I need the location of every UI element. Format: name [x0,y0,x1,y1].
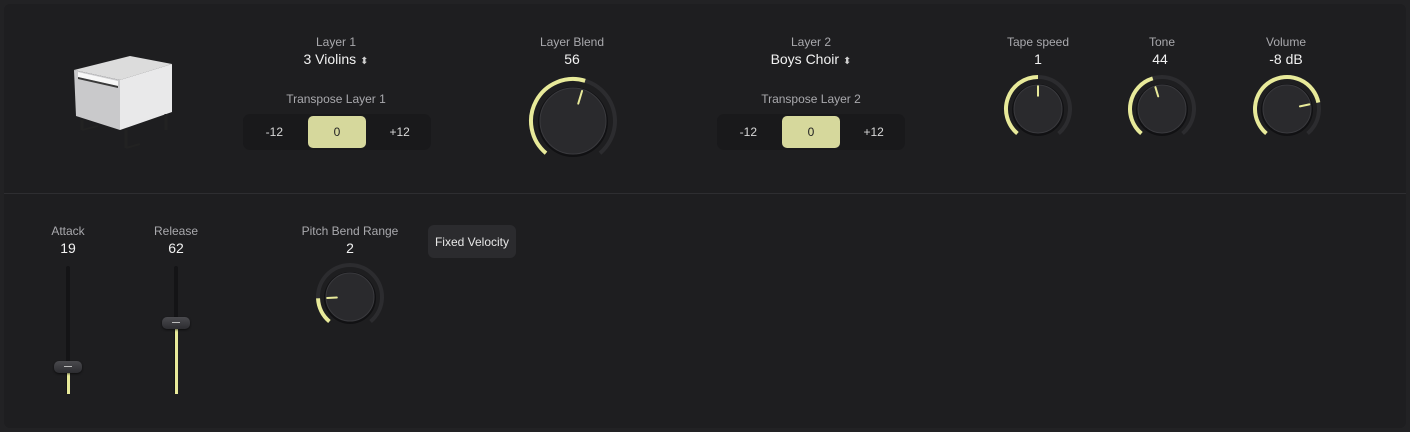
tape-speed-knob[interactable] [1003,74,1073,144]
pitch-bend-range-value: 2 [346,240,354,256]
plugin-panel [4,4,1406,428]
release-value: 62 [168,240,184,256]
volume-label: Volume [1265,35,1307,49]
transpose-layer2-segmented: -12 0 +12 [717,114,905,150]
layer1-value: 3 Violins [303,51,357,67]
tone-value: 44 [1152,51,1168,67]
layer1-popup[interactable]: 3 Violins ⬍ [276,51,396,67]
section-divider [4,193,1406,194]
up-down-chevron-icon: ⬍ [843,56,852,67]
slider-handle[interactable] [54,360,82,373]
transpose-layer1-segmented: -12 0 +12 [243,114,431,150]
electric-piano-image [68,50,178,160]
layer2-value: Boys Choir [770,51,840,67]
slider-fill [174,323,178,394]
transpose-layer1-zero[interactable]: 0 [307,116,367,148]
layer2-label: Layer 2 [790,35,832,49]
pitch-bend-range-label: Pitch Bend Range [301,224,399,238]
layer-blend-label: Layer Blend [539,35,605,49]
volume-value: -8 dB [1269,51,1303,67]
knob-body [1137,84,1187,134]
layer-blend-value: 56 [564,51,580,67]
knob-body [1262,84,1312,134]
volume-knob[interactable] [1252,74,1322,144]
knob-body [539,87,607,155]
tape-speed-value: 1 [1034,51,1042,67]
tone-knob[interactable] [1127,74,1197,144]
layer-blend-knob[interactable] [527,75,619,167]
transpose-layer2-label: Transpose Layer 2 [761,92,861,106]
transpose-layer1-label: Transpose Layer 1 [286,92,386,106]
tone-label: Tone [1148,35,1176,49]
attack-label: Attack [51,224,85,238]
transpose-layer2-plus12[interactable]: +12 [844,116,903,148]
layer1-label: Layer 1 [315,35,357,49]
up-down-chevron-icon: ⬍ [360,56,369,67]
layer2-popup[interactable]: Boys Choir ⬍ [741,51,881,67]
slider-handle[interactable] [162,317,190,330]
transpose-layer2-minus12[interactable]: -12 [719,116,778,148]
transpose-layer1-minus12[interactable]: -12 [245,116,304,148]
pitch-bend-range-knob[interactable] [315,262,385,332]
tape-speed-label: Tape speed [1006,35,1070,49]
release-label: Release [153,224,199,238]
fixed-velocity-button[interactable]: Fixed Velocity [428,225,516,258]
transpose-layer1-plus12[interactable]: +12 [370,116,429,148]
transpose-layer2-zero[interactable]: 0 [781,116,841,148]
attack-value: 19 [60,240,76,256]
